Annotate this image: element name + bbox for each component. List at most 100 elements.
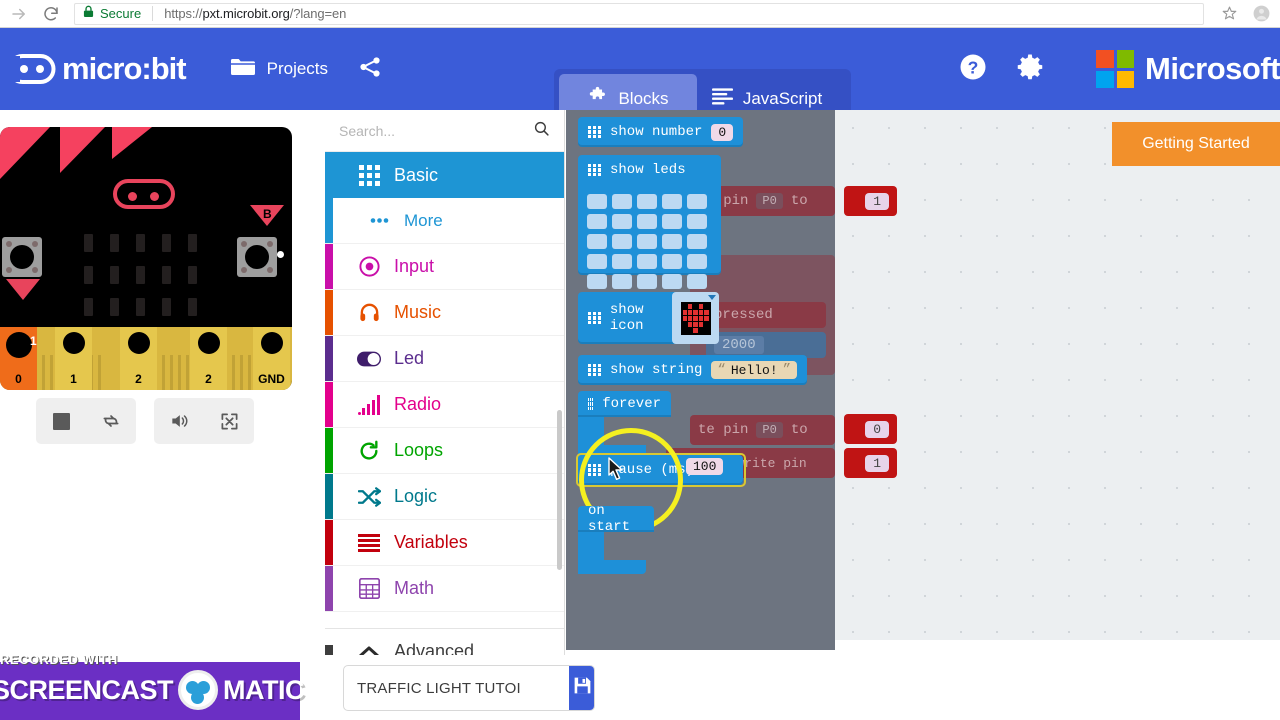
star-icon[interactable] [1218,3,1240,25]
forward-arrow-icon[interactable] [8,3,30,25]
sidebar-item-variables[interactable]: Variables [325,520,564,566]
sidebar-item-more[interactable]: More [325,198,564,244]
decorative-zigzag [0,127,152,179]
url-host: pxt.microbit.org [202,6,290,21]
projects-button[interactable]: Projects [216,28,342,110]
project-name-field [343,665,595,711]
loop-icon [357,439,381,463]
workspace-value[interactable]: 1 [865,454,889,472]
pin-pad-gnd[interactable]: GND [253,327,290,390]
pin-pad-1[interactable]: 1 [55,327,92,390]
address-bar[interactable]: Secure https://pxt.microbit.org/?lang=en [74,2,1204,25]
sidebar-item-logic[interactable]: Logic [325,474,564,520]
sidebar-item-label: Led [394,348,425,368]
sidebar-item-label: Loops [394,440,444,460]
gear-icon[interactable] [1016,52,1046,87]
save-button[interactable] [569,666,594,710]
bg-to: to [790,193,808,209]
save-icon [572,675,593,701]
headphone-icon [357,301,381,325]
url-scheme: https:// [164,6,203,21]
secure-label: Secure [100,6,142,21]
pin-pad-2[interactable]: 2 [120,327,157,390]
board-label-b-text: B [263,207,272,221]
board-logo-icon [113,179,175,209]
stop-button[interactable] [36,398,86,444]
watermark-brand-left: SCREENCAST [0,674,174,705]
blocks-workspace[interactable]: 1 0 1 [835,110,1280,640]
profile-icon[interactable] [1250,3,1272,25]
tab-blocks-label: Blocks [618,89,669,108]
speaker-icon[interactable] [154,398,204,444]
blocks-flyout: te pin P0 to pressed 2000 te pin P0 to d… [566,110,835,650]
help-icon[interactable]: ? [958,52,988,87]
pin-label-gnd: GND [258,372,285,386]
media-control-group [154,398,254,444]
reload-icon[interactable] [40,3,62,25]
sidebar-item-basic[interactable]: Basic [325,152,564,198]
svg-text:?: ? [968,57,979,77]
show-number-label: show number [610,124,703,140]
sidebar-item-math[interactable]: Math [325,566,564,612]
heart-icon [680,301,711,335]
show-string-value-field[interactable]: “ Hello! ” [711,361,798,379]
workspace-block-digital-write-2[interactable]: 0 [844,414,897,444]
flyout-bg-block-pressed: pressed [706,302,826,328]
pause-value[interactable]: 100 [686,458,724,475]
fullscreen-button[interactable] [204,398,254,444]
ellipsis-icon [367,209,391,233]
show-leds-block[interactable]: show leds [578,155,721,289]
workspace-value[interactable]: 1 [865,192,889,210]
simulator-panel: A B 0 1 2 2 GND 1 [0,110,310,655]
restart-button[interactable] [86,398,136,444]
board-label-b: B [250,205,284,226]
show-icon-dropdown[interactable] [672,292,719,344]
url-text: https://pxt.microbit.org/?lang=en [164,6,346,21]
project-name-input[interactable] [344,679,569,697]
workspace-block-digital-write-3[interactable]: 1 [844,448,897,478]
microbit-board[interactable]: A B 0 1 2 2 GND 1 [0,127,292,390]
sidebar-item-led[interactable]: Led [325,336,564,382]
sidebar-item-music[interactable]: Music [325,290,564,336]
getting-started-button[interactable]: Getting Started [1112,122,1280,166]
sidebar-item-loops[interactable]: Loops [325,428,564,474]
header-right-group: ? Microsoft [958,28,1280,110]
show-number-block[interactable]: show number 0 [578,117,744,147]
bg-to: to [790,422,808,438]
sidebar-item-label: Input [394,256,435,276]
pin-pad-3v[interactable]: 2 [190,327,227,390]
show-number-value[interactable]: 0 [711,123,734,141]
calculator-icon [357,577,381,601]
show-leds-matrix[interactable] [587,194,707,289]
forever-block[interactable]: forever [578,391,671,417]
search-row [325,110,564,152]
browser-toolbar: Secure https://pxt.microbit.org/?lang=en [0,0,1280,28]
on-start-block[interactable]: on start [578,503,654,535]
toolbox-panel: Basic More Input Music [325,110,565,691]
share-icon [358,55,382,84]
board-button-b[interactable] [237,237,277,277]
grid-icon [588,125,601,139]
show-string-value: Hello! [730,362,778,378]
bg-text: pressed [714,307,773,323]
microbit-logo[interactable]: micro:bit [7,51,187,87]
watermark-recorded-with: RECORDED WITH [0,652,118,667]
workspace-block-digital-write-1[interactable]: 1 [844,186,897,216]
close-quote-icon: ” [782,362,792,378]
sidebar-item-input[interactable]: Input [325,244,564,290]
show-string-block[interactable]: show string “ Hello! ” [578,355,808,385]
search-icon[interactable] [533,120,550,142]
playback-control-group [36,398,136,444]
pin-label-0: 0 [15,372,22,386]
on-start-block-foot [578,560,646,574]
open-quote-icon: “ [717,362,726,378]
workspace-value[interactable]: 0 [865,420,889,438]
sidebar-item-radio[interactable]: Radio [325,382,564,428]
board-button-a[interactable] [2,237,42,277]
toolbox-scrollbar[interactable] [557,410,562,570]
board-label-a-text: A [19,299,28,313]
grid-icon [588,311,601,325]
share-button[interactable] [344,28,396,110]
search-input[interactable] [339,122,527,139]
folder-icon [230,56,256,82]
